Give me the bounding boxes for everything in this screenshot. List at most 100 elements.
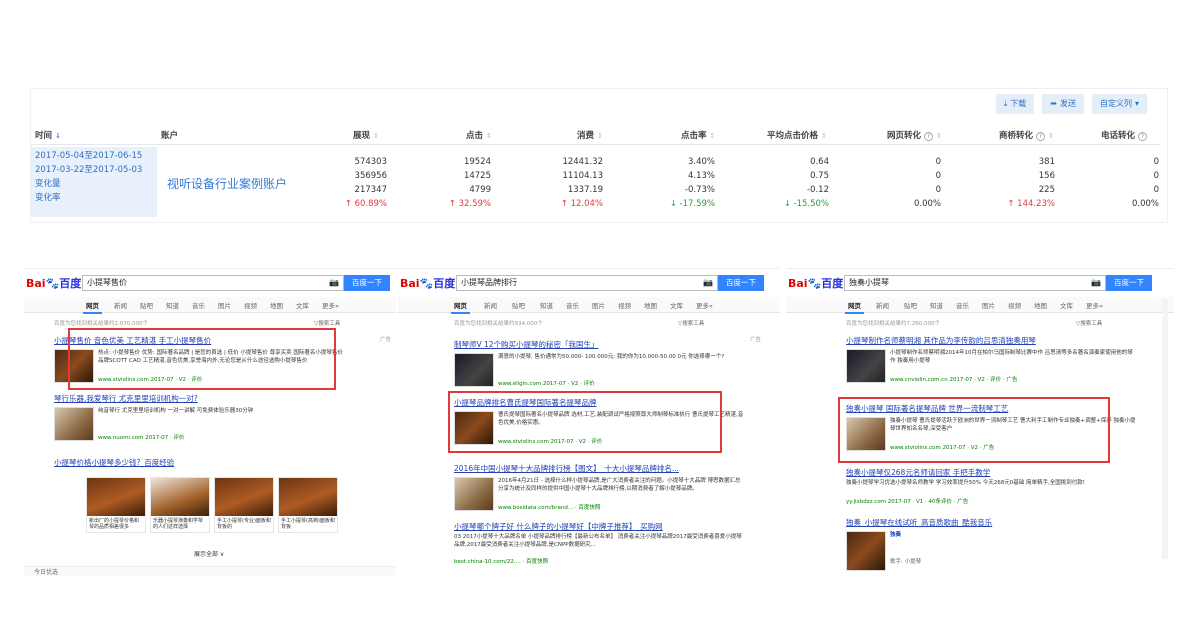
result-title[interactable]: 独奏_小提琴在线试听_高音质歌曲_酷我音乐 [846, 517, 1136, 528]
tab-zhidao[interactable]: 知道 [930, 300, 943, 310]
result-url[interactable]: www.nuomi.com 2017-07 · 评价 [98, 433, 184, 441]
tab-images[interactable]: 图片 [982, 300, 995, 310]
search-button[interactable]: 百度一下 [344, 275, 390, 291]
tab-wenku[interactable]: 文库 [296, 300, 309, 310]
sort-icon[interactable]: ⇕ [1048, 132, 1054, 140]
tab-wenku[interactable]: 文库 [1060, 300, 1073, 310]
col-impressions[interactable]: 展现 ⇕ [353, 129, 379, 141]
result-title[interactable]: 小提琴制作名师蔡明湘 其作品为李传韵的吕思清独奏用琴 [846, 335, 1136, 346]
sort-icon[interactable]: ⇕ [597, 132, 603, 140]
show-all-link[interactable]: 展示全部 ∨ [194, 549, 224, 558]
search-input[interactable]: 独奏小提琴 📷 [844, 275, 1106, 291]
tab-more[interactable]: 更多» [696, 300, 713, 310]
camera-icon[interactable]: 📷 [703, 276, 713, 290]
tab-zhidao[interactable]: 知道 [166, 300, 179, 310]
result-url[interactable]: best.china-10.com/22.... · 百度快照 [454, 557, 548, 565]
scrollbar[interactable] [1162, 299, 1168, 559]
tab-web[interactable]: 网页 [451, 300, 470, 314]
sort-icon[interactable]: ⇕ [936, 132, 942, 140]
sort-icon[interactable]: ⇕ [486, 132, 492, 140]
tab-zhidao[interactable]: 知道 [540, 300, 553, 310]
tab-video[interactable]: 视频 [244, 300, 257, 310]
album-artist[interactable]: 歌手: 小提琴 [890, 557, 921, 565]
date-range-current[interactable]: 2017-05-04至2017-06-15 [35, 149, 142, 161]
search-button[interactable]: 百度一下 [1106, 275, 1152, 291]
result-title[interactable]: 独奏小提琴仅268元名师请回家 手把手教学 [846, 467, 1136, 478]
send-button[interactable]: ➦ 发送 [1042, 94, 1084, 114]
help-icon[interactable]: ? [923, 132, 933, 141]
tab-more[interactable]: 更多» [1086, 300, 1103, 310]
search-input[interactable]: 小提琴品牌排行 📷 [456, 275, 718, 291]
search-tools[interactable]: ▽搜索工具 [1076, 319, 1102, 327]
search-tools[interactable]: ▽搜索工具 [314, 319, 340, 327]
sort-icon[interactable]: ⇕ [821, 132, 827, 140]
result-url[interactable]: yy.jixbdzz.com 2017-07 · V1 · 40条评价 · 广告 [846, 497, 968, 505]
help-icon[interactable]: ? [1035, 132, 1045, 141]
search-tools[interactable]: ▽搜索工具 [678, 319, 704, 327]
baidu-logo[interactable]: Bai🐾百度 [400, 275, 455, 291]
tab-map[interactable]: 地图 [644, 300, 657, 310]
tab-more[interactable]: 更多» [322, 300, 339, 310]
col-time[interactable]: 时间 ↓ [35, 129, 61, 141]
tab-news[interactable]: 新闻 [876, 300, 889, 310]
gallery-card[interactable]: 手工小提琴(高档)面板和背板 [278, 477, 338, 533]
sort-icon[interactable]: ⇕ [709, 132, 715, 140]
search-button[interactable]: 百度一下 [718, 275, 764, 291]
date-range-compare[interactable]: 2017-03-22至2017-05-03 [35, 163, 142, 175]
camera-icon[interactable]: 📷 [329, 276, 339, 290]
result-url[interactable]: www.cnviolin.com.cn 2017-07 · V2 · 评价 · … [890, 375, 1017, 383]
col-web-conv[interactable]: 网页转化 ? ⇕ [887, 129, 942, 141]
col-phone-conv[interactable]: 电话转化 ? [1101, 129, 1147, 141]
gallery-card[interactable]: 新出厂的小提琴价格和琴的品质相差很多 [86, 477, 146, 533]
download-button[interactable]: ⤓ 下载 [995, 94, 1035, 114]
baidu-logo[interactable]: Bai🐾百度 [26, 275, 81, 291]
result-url[interactable]: www.bosidata.com/brand... · 百度快照 [498, 503, 600, 511]
tab-images[interactable]: 图片 [592, 300, 605, 310]
custom-columns-button[interactable]: 自定义列 ▾ [1091, 94, 1147, 114]
violinist-thumbnail[interactable] [454, 353, 494, 387]
result-title[interactable]: 小提琴价格小提琴多少钱?_百度经验 [54, 457, 344, 468]
col-bridge-conv[interactable]: 商桥转化 ? ⇕ [999, 129, 1054, 141]
tab-tieba[interactable]: 贴吧 [140, 300, 153, 310]
search-header: Bai🐾百度 小提琴售价 📷 百度一下 [24, 269, 396, 299]
result-title[interactable]: 小提琴哪个牌子好 什么牌子的小提琴好【中牌子推荐】_买购网 [454, 521, 744, 532]
baidu-logo[interactable]: Bai🐾百度 [788, 275, 843, 291]
store-thumbnail[interactable] [54, 407, 94, 441]
tab-map[interactable]: 地图 [1034, 300, 1047, 310]
tab-music[interactable]: 音乐 [956, 300, 969, 310]
tab-web[interactable]: 网页 [83, 300, 102, 314]
tab-music[interactable]: 音乐 [566, 300, 579, 310]
tab-map[interactable]: 地图 [270, 300, 283, 310]
help-icon[interactable]: ? [1137, 132, 1147, 141]
gallery-card[interactable]: 手工小提琴(专业)面板和背板的 [214, 477, 274, 533]
col-avg-cpc[interactable]: 平均点击价格 ⇕ [767, 129, 827, 141]
album-thumbnail[interactable] [846, 531, 886, 571]
tab-images[interactable]: 图片 [218, 300, 231, 310]
album-title[interactable]: 独奏 [890, 531, 1136, 555]
result-title[interactable]: 2016年中国小提琴十大品牌排行榜【图文】_十大小提琴品牌排名... [454, 463, 744, 474]
violinist-thumbnail[interactable] [846, 349, 886, 383]
tab-video[interactable]: 视频 [1008, 300, 1021, 310]
sort-down-icon[interactable]: ↓ [55, 132, 61, 140]
account-name[interactable]: 视听设备行业案例账户 [167, 175, 287, 192]
col-ctr[interactable]: 点击率 ⇕ [681, 129, 715, 141]
tab-wenku[interactable]: 文库 [670, 300, 683, 310]
tab-tieba[interactable]: 贴吧 [904, 300, 917, 310]
sort-icon[interactable]: ⇕ [373, 132, 379, 140]
tab-news[interactable]: 新闻 [484, 300, 497, 310]
result-url[interactable]: www.eligin.com 2017-07 · V2 · 评价 [498, 379, 595, 387]
col-cost[interactable]: 消费 ⇕ [577, 129, 603, 141]
tab-music[interactable]: 音乐 [192, 300, 205, 310]
tab-tieba[interactable]: 贴吧 [512, 300, 525, 310]
phone-conv-values: 0 0 0 0.00% [1131, 157, 1159, 209]
tab-news[interactable]: 新闻 [114, 300, 127, 310]
result-title[interactable]: 琴行乐器,我爱琴行 尤克里里培训机构一对? [54, 393, 344, 404]
tab-web[interactable]: 网页 [845, 300, 864, 314]
search-input[interactable]: 小提琴售价 📷 [82, 275, 344, 291]
violinist-thumbnail[interactable] [454, 477, 494, 511]
camera-icon[interactable]: 📷 [1091, 276, 1101, 290]
tab-video[interactable]: 视频 [618, 300, 631, 310]
gallery-card[interactable]: 乐器小提琴演奏和学琴的人们这样选择 [150, 477, 210, 533]
result-title[interactable]: 制琴师V 12个购买小提琴的秘密「我国生」 [454, 339, 744, 350]
col-clicks[interactable]: 点击 ⇕ [466, 129, 492, 141]
